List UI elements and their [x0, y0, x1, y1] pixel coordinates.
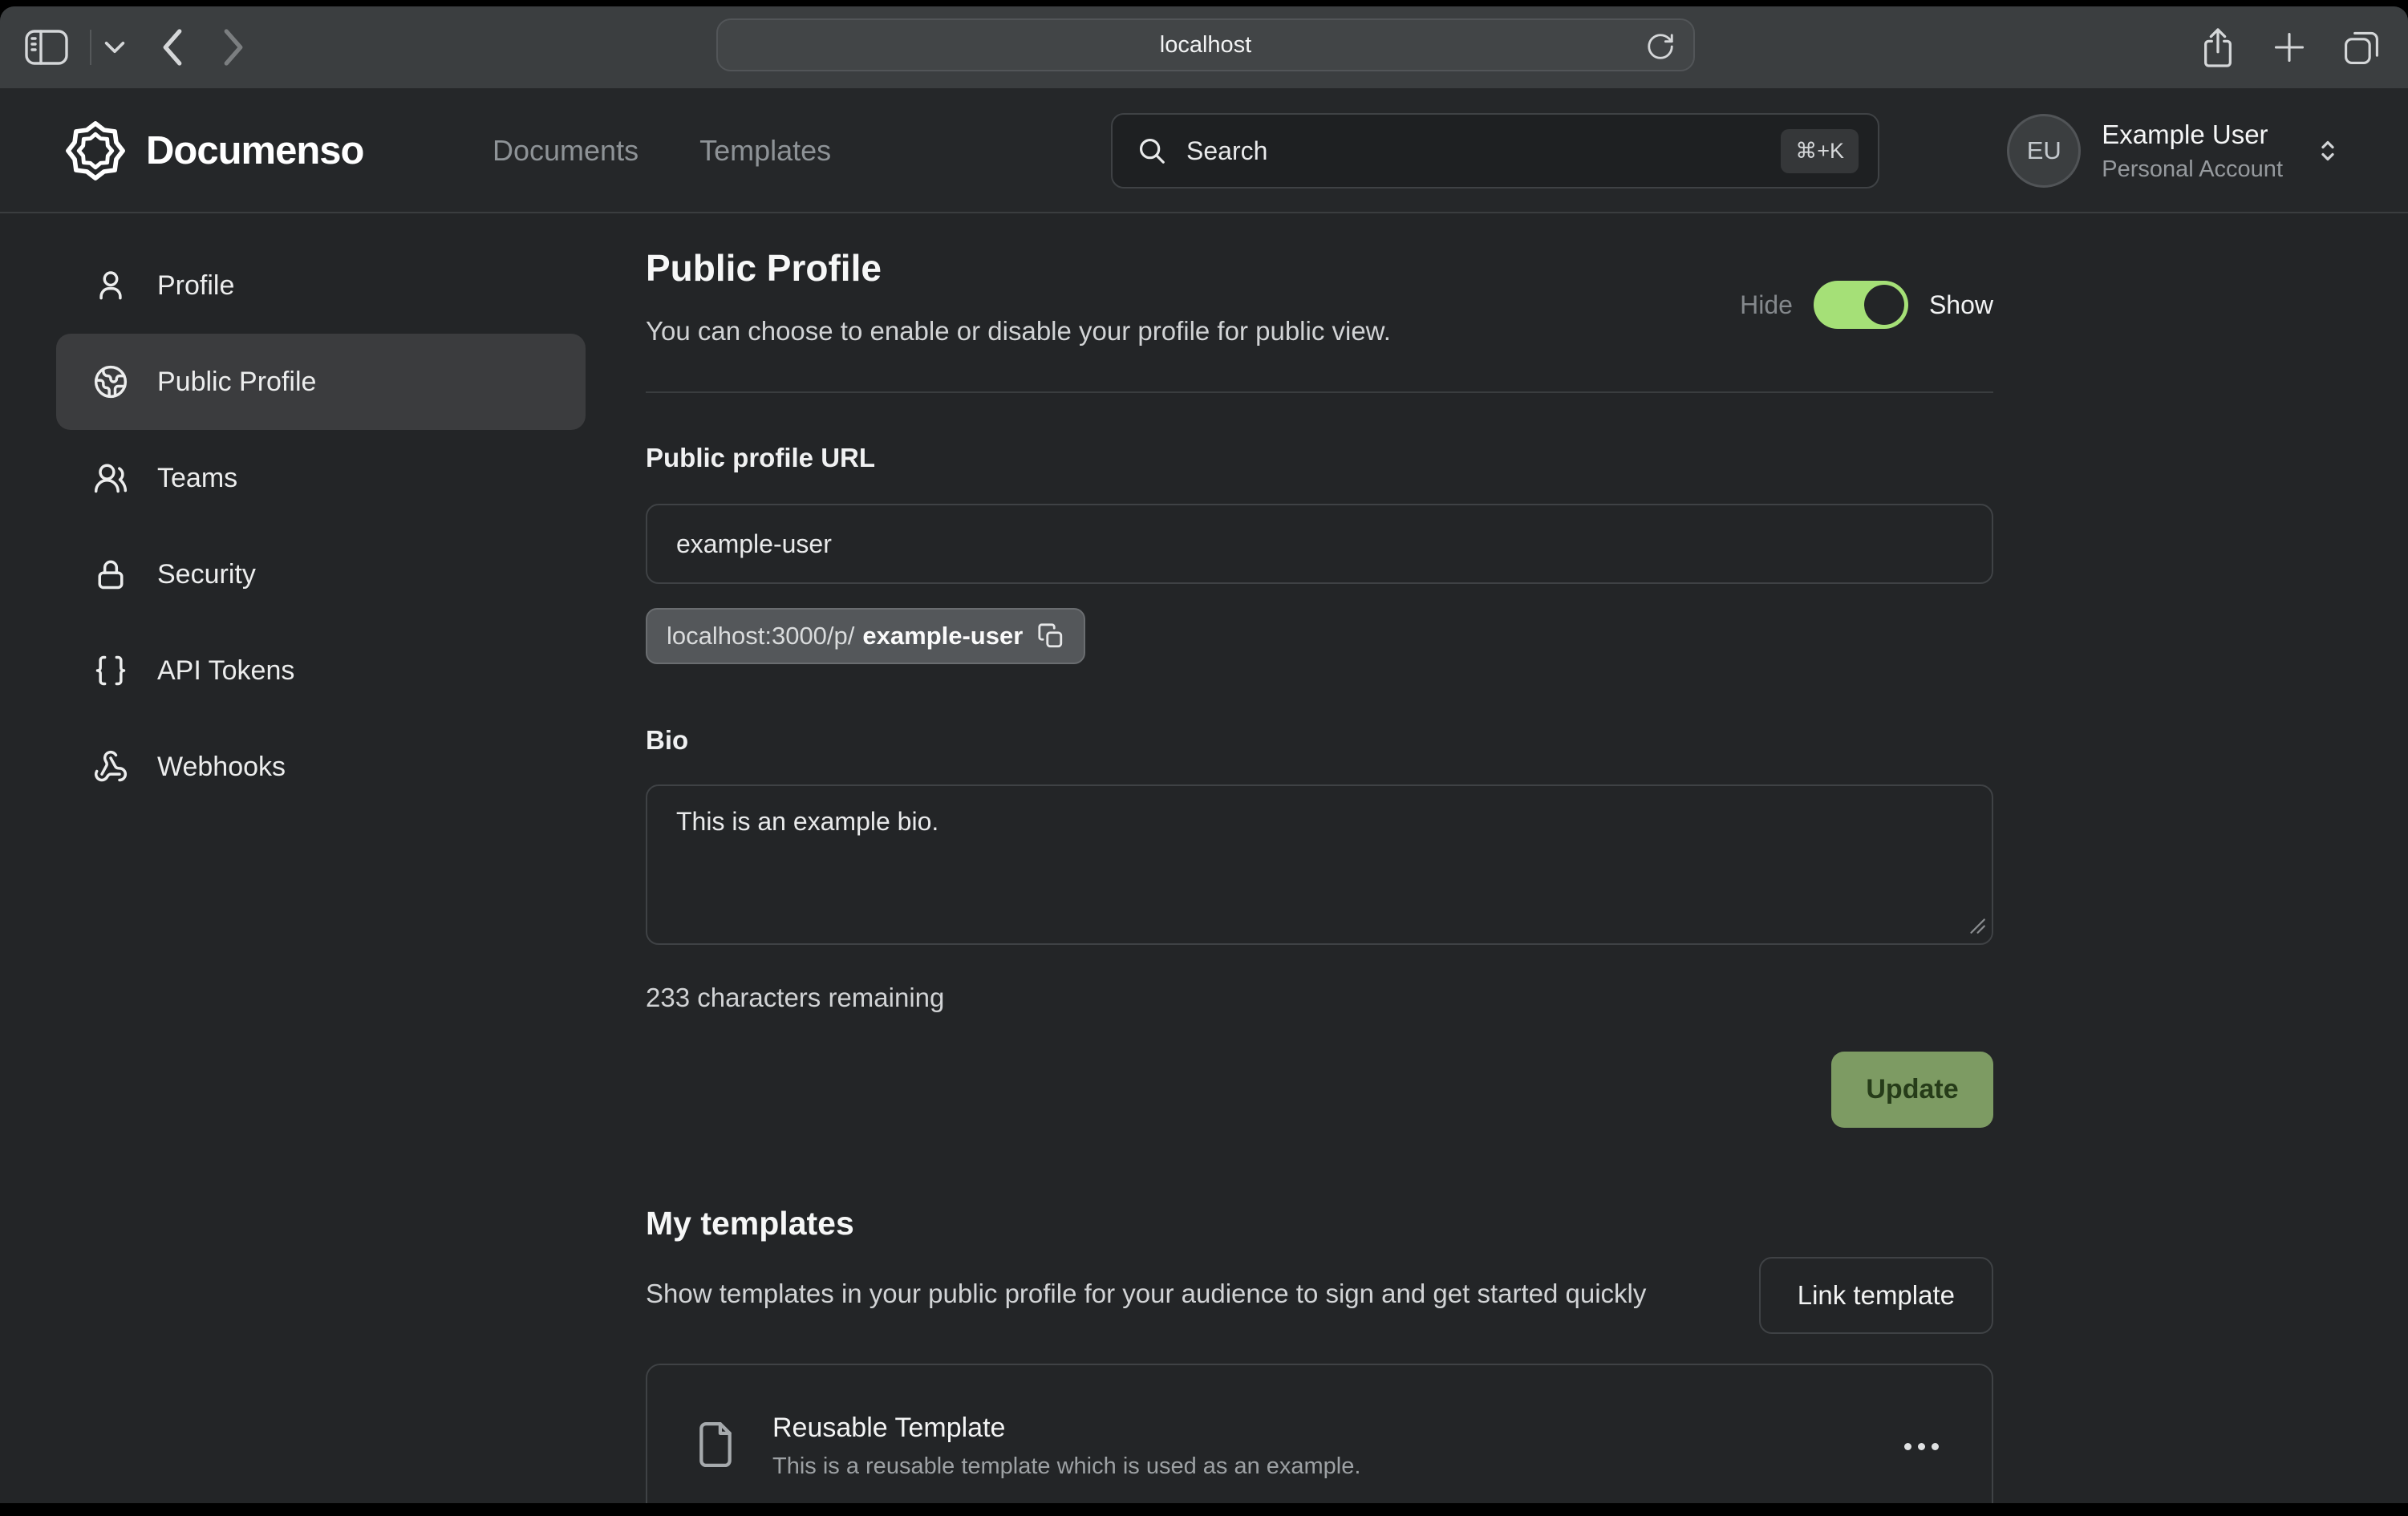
- sidebar-item-label: Public Profile: [157, 367, 316, 398]
- toggle-hide-label: Hide: [1740, 290, 1793, 320]
- sidebar-item-label: Teams: [157, 463, 237, 494]
- account-type: Personal Account: [2102, 156, 2283, 183]
- page-title: Public Profile: [646, 247, 1391, 289]
- nav-documents[interactable]: Documents: [493, 134, 638, 168]
- sidebar-item-security[interactable]: Security: [56, 526, 586, 622]
- url-field-label: Public profile URL: [646, 443, 1993, 473]
- chevron-down-icon[interactable]: [104, 41, 125, 54]
- globe-icon: [93, 364, 128, 399]
- search-input[interactable]: [1186, 136, 1761, 166]
- section-divider: [646, 391, 1993, 393]
- visibility-toggle[interactable]: [1814, 281, 1908, 329]
- tab-overview-icon[interactable]: [2342, 28, 2381, 67]
- copy-icon[interactable]: [1037, 622, 1064, 650]
- account-name: Example User: [2102, 120, 2283, 150]
- toggle-show-label: Show: [1929, 290, 1993, 320]
- sidebar-item-label: Security: [157, 559, 256, 590]
- documenso-logo-icon: [64, 120, 127, 182]
- lock-icon: [93, 557, 128, 592]
- top-nav: Documents Templates: [493, 88, 831, 213]
- profile-url-prefix: localhost:3000/p/: [667, 622, 854, 651]
- address-bar-url: localhost: [1160, 32, 1251, 59]
- sidebar-item-label: API Tokens: [157, 655, 294, 687]
- search-shortcut-badge: ⌘+K: [1781, 129, 1859, 173]
- account-menu[interactable]: EU Example User Personal Account: [2007, 88, 2342, 213]
- template-card[interactable]: Reusable Template This is a reusable tem…: [646, 1364, 1993, 1503]
- template-title: Reusable Template: [772, 1413, 1360, 1444]
- profile-url-input[interactable]: [646, 504, 1993, 584]
- templates-section-description: Show templates in your public profile fo…: [646, 1273, 1721, 1314]
- refresh-icon[interactable]: [1645, 31, 1676, 66]
- visibility-toggle-group: Hide Show: [1740, 281, 1993, 329]
- forward-button[interactable]: [221, 27, 245, 67]
- settings-sidebar: Profile Public Profile Teams S: [56, 237, 586, 815]
- template-description: This is a reusable template which is use…: [772, 1453, 1360, 1480]
- resize-handle-icon[interactable]: [1966, 914, 1987, 939]
- search-icon: [1137, 136, 1167, 166]
- sidebar-item-api-tokens[interactable]: API Tokens: [56, 622, 586, 719]
- address-bar[interactable]: localhost: [716, 18, 1695, 71]
- sidebar-item-teams[interactable]: Teams: [56, 430, 586, 526]
- sidebar-item-webhooks[interactable]: Webhooks: [56, 719, 586, 815]
- share-icon[interactable]: [2199, 26, 2236, 69]
- link-template-button[interactable]: Link template: [1759, 1257, 1993, 1334]
- update-button[interactable]: Update: [1831, 1052, 1993, 1128]
- avatar: EU: [2007, 114, 2081, 188]
- bio-textarea[interactable]: This is an example bio.: [646, 784, 1993, 945]
- sidebar-item-profile[interactable]: Profile: [56, 237, 586, 334]
- nav-templates[interactable]: Templates: [699, 134, 831, 168]
- page-subtitle: You can choose to enable or disable your…: [646, 316, 1391, 347]
- webhook-icon: [93, 749, 128, 784]
- browser-toolbar: localhost: [0, 6, 2408, 88]
- bio-field-label: Bio: [646, 725, 1993, 756]
- user-icon: [93, 268, 128, 303]
- sidebar-item-label: Webhooks: [157, 752, 286, 783]
- main-content: Public Profile You can choose to enable …: [646, 247, 1993, 1503]
- template-menu-button[interactable]: [1896, 1435, 1947, 1458]
- back-button[interactable]: [160, 27, 184, 67]
- new-tab-plus-icon[interactable]: [2272, 30, 2307, 65]
- profile-url-preview[interactable]: localhost:3000/p/ example-user: [646, 608, 1085, 664]
- toolbar-divider: [90, 30, 91, 65]
- chevrons-up-down-icon: [2313, 136, 2342, 165]
- browser-window: localhost: [0, 6, 2408, 1503]
- users-icon: [93, 460, 128, 496]
- characters-remaining: 233 characters remaining: [646, 983, 1993, 1013]
- sidebar-toggle-icon[interactable]: [24, 28, 69, 67]
- profile-url-slug: example-user: [862, 622, 1023, 651]
- brand-name: Documenso: [146, 128, 363, 173]
- templates-section-title: My templates: [646, 1205, 1993, 1242]
- sidebar-item-label: Profile: [157, 270, 234, 302]
- sidebar-item-public-profile[interactable]: Public Profile: [56, 334, 586, 430]
- file-icon: [692, 1418, 739, 1475]
- app-header: Documenso Documents Templates ⌘+K EU Exa…: [0, 88, 2408, 213]
- brand[interactable]: Documenso: [64, 88, 363, 213]
- toggle-knob: [1864, 285, 1904, 325]
- search-box[interactable]: ⌘+K: [1111, 113, 1879, 188]
- braces-icon: [93, 653, 128, 688]
